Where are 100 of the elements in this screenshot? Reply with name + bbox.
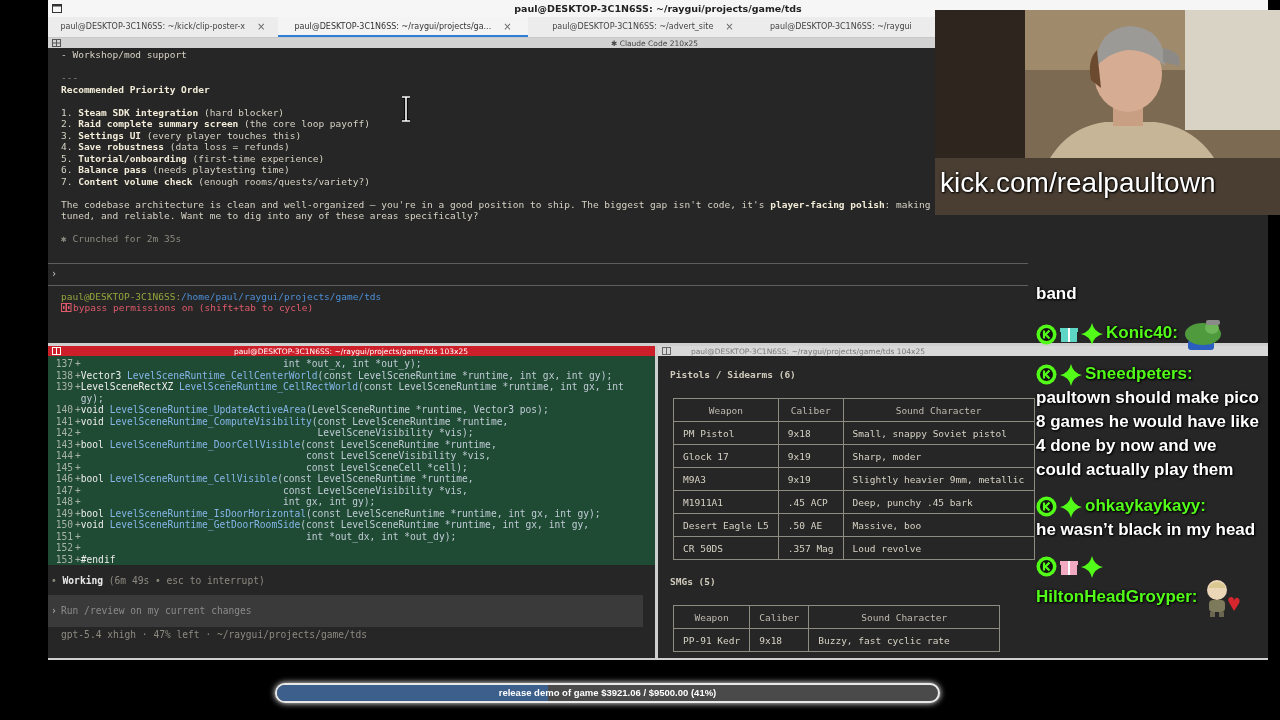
- code-line: +void LevelSceneRuntime_GetDoorRoomSide(const LevelSceneRuntime *runtime, int gx, int gy,: [75, 519, 590, 531]
- table-cell: .50 AE: [778, 513, 844, 537]
- output-line: The codebase architecture is clean and well-organized — you're in a good position to ship. The biggest gap isn't code, it's player-facing polish: making: [61, 198, 931, 210]
- chat-message: band: [1036, 283, 1078, 305]
- tab-close-button[interactable]: ×: [725, 20, 734, 32]
- line-number: 149: [54, 507, 73, 519]
- line-number: 153: [54, 553, 73, 565]
- output-line: 1. Steam SDK integration (hard blocker): [61, 106, 285, 118]
- badge-icon: [1036, 556, 1057, 577]
- code-line: + const LevelSceneVisibility *vis,: [75, 484, 468, 496]
- table-cell: 9x19: [778, 467, 844, 491]
- code-line: +bool LevelSceneRuntime_CellVisible(const LevelSceneRuntime *runtime,: [75, 473, 474, 485]
- output-line: 3. Settings UI (every player touches this): [61, 129, 302, 141]
- table-cell: 9x18: [749, 628, 809, 652]
- prompt-line: paul@DESKTOP-3C1N6SS:/home/paul/raygui/projects/game/tds: [61, 290, 382, 302]
- tab[interactable]: paul@DESKTOP-3C1N6SS: ~/advert_site ×: [528, 17, 758, 37]
- badge-icon: [1036, 496, 1057, 517]
- stream-url: kick.com/realpaultown: [940, 166, 1216, 200]
- code-line: +: [75, 542, 81, 554]
- code-line: + LevelSceneVisibility *vis);: [75, 427, 474, 439]
- line-number: 150: [54, 519, 73, 531]
- chat-username: HiltonHeadGroyper:: [1036, 587, 1198, 607]
- code-line: + const LevelSceneVisibility *vis,: [75, 450, 491, 462]
- code-line: +bool LevelSceneRuntime_DoorCellVisible(const LevelSceneRuntime *runtime,: [75, 438, 497, 450]
- line-number: 151: [54, 530, 73, 542]
- column-header: Caliber: [778, 398, 844, 422]
- line-number: 139: [54, 381, 73, 393]
- tab-close-button[interactable]: ×: [503, 20, 512, 32]
- prompt-caret: ›: [51, 268, 58, 280]
- table-cell: Glock 17: [673, 444, 779, 468]
- line-number: 145: [54, 461, 73, 473]
- code-line: +void LevelSceneRuntime_ComputeVisibility(const LevelSceneRuntime *runtime,: [75, 415, 509, 427]
- section-heading: SMGs (5): [670, 576, 716, 588]
- table-cell: M1911A1: [673, 490, 779, 514]
- output-line: tuned, and reliable. Want me to dig into any of these areas specifically?: [61, 210, 479, 222]
- code-line: gy);: [79, 392, 104, 404]
- window-icon: [52, 4, 62, 13]
- status-footer: gpt-5.4 xhigh · 47% left · ~/raygui/projects/game/tds: [48, 628, 655, 640]
- code-line: + const LevelSceneCell *cell);: [75, 461, 468, 473]
- mode-icon: [61, 303, 72, 313]
- line-number: 138: [54, 369, 73, 381]
- chat-username: Sneedpeters:: [1085, 364, 1193, 383]
- progress-label: release demo of game $3921.06 / $9500.00 (41%): [497, 686, 718, 700]
- code-line: + int *out_dx, int *out_dy);: [75, 530, 457, 542]
- column-header: Weapon: [673, 398, 779, 422]
- input-field[interactable]: Run /review on my current changes: [61, 594, 643, 627]
- mode-line: bypass permissions on (shift+tab to cycle): [73, 302, 314, 314]
- divider-text: ---: [61, 72, 79, 84]
- line-number: 142: [54, 427, 73, 439]
- column-header: Sound Character: [843, 398, 1035, 422]
- prompt-caret: ›: [48, 594, 61, 627]
- output-line: 5. Tutorial/onboarding (first-time experience): [61, 152, 325, 164]
- code-line: +#endif: [75, 553, 116, 565]
- table-cell: .45 ACP: [778, 490, 844, 514]
- split-icon: [52, 347, 61, 355]
- table-cell: M9A3: [673, 467, 779, 491]
- tab[interactable]: paul@DESKTOP-3C1N6SS: ~/raygui/projects/ga... ×: [278, 17, 528, 37]
- code-line: + int gx, int gy);: [75, 496, 376, 508]
- window-title: paul@DESKTOP-3C1N6SS: ~/raygui/projects/game/tds: [513, 3, 803, 14]
- table-cell: Loud revolve: [843, 536, 1035, 560]
- line-number: 146: [54, 473, 73, 485]
- sparkle-icon: [1081, 323, 1103, 345]
- chat-username: Konic40:: [1106, 323, 1178, 343]
- badge-icon: [1036, 364, 1057, 385]
- output-heading: Recommended Priority Order: [61, 83, 210, 95]
- table-cell: PM Pistol: [673, 421, 779, 445]
- code-line: +void LevelSceneRuntime_UpdateActiveArea(LevelSceneRuntime *runtime, Vector3 pos);: [75, 404, 549, 416]
- sparkle-icon: [1060, 363, 1082, 386]
- output-line: 2. Raid complete summary screen (the core loop payoff): [61, 118, 370, 130]
- table-cell: 9x19: [778, 444, 844, 468]
- status-line: ✱ Crunched for 2m 35s: [61, 233, 182, 245]
- line-number: 143: [54, 438, 73, 450]
- line-number: 152: [54, 542, 73, 554]
- line-number: 140: [54, 404, 73, 416]
- sparkle-icon: [1081, 555, 1103, 578]
- table-cell: PP-91 Kedr: [673, 628, 750, 652]
- table-cell: 9x18: [778, 421, 844, 445]
- code-line: +LevelSceneRectXZ LevelSceneRuntime_CellRectWorld(const LevelSceneRuntime *runtime, int gx, int: [75, 381, 624, 393]
- line-number: 147: [54, 484, 73, 496]
- column-header: Caliber: [749, 605, 809, 629]
- code-line: +bool LevelSceneRuntime_IsDoorHorizontal(const LevelSceneRuntime *runtime, int gx, int gy);: [75, 507, 601, 519]
- column-header: Sound Character: [808, 605, 1000, 629]
- status-line: • Working (6m 49s • esc to interrupt): [50, 575, 266, 587]
- output-line: 7. Content volume check (enough rooms/quests/variety?): [61, 175, 370, 187]
- output-line: - Workshop/mod support: [61, 49, 187, 61]
- line-number: 137: [54, 358, 73, 370]
- chat-username: ohkaykaykayy:: [1085, 496, 1206, 515]
- section-heading: Pistols / Sidearms (6): [670, 369, 796, 381]
- output-line: 6. Balance pass (needs playtesting time): [61, 164, 290, 176]
- badge-icon: [1036, 323, 1057, 345]
- code-line: +Vector3 LevelSceneRuntime_CellCenterWorld(const LevelSceneRuntime *runtime, int gx, int gy);: [75, 369, 613, 381]
- tab[interactable]: paul@DESKTOP-3C1N6SS: ~/kick/clip-poster-x ×: [48, 17, 278, 37]
- sparkle-icon: [1060, 495, 1082, 518]
- text-cursor-icon: [400, 96, 412, 122]
- tab-close-button[interactable]: ×: [257, 20, 266, 32]
- output-line: 4. Save robustness (data loss = refunds): [61, 141, 290, 153]
- tab[interactable]: paul@DESKTOP-3C1N6SS: ~/raygui: [758, 17, 916, 37]
- line-number: 141: [54, 415, 73, 427]
- table-cell: Buzzy, fast cyclic rate: [808, 628, 1000, 652]
- line-number: 144: [54, 450, 73, 462]
